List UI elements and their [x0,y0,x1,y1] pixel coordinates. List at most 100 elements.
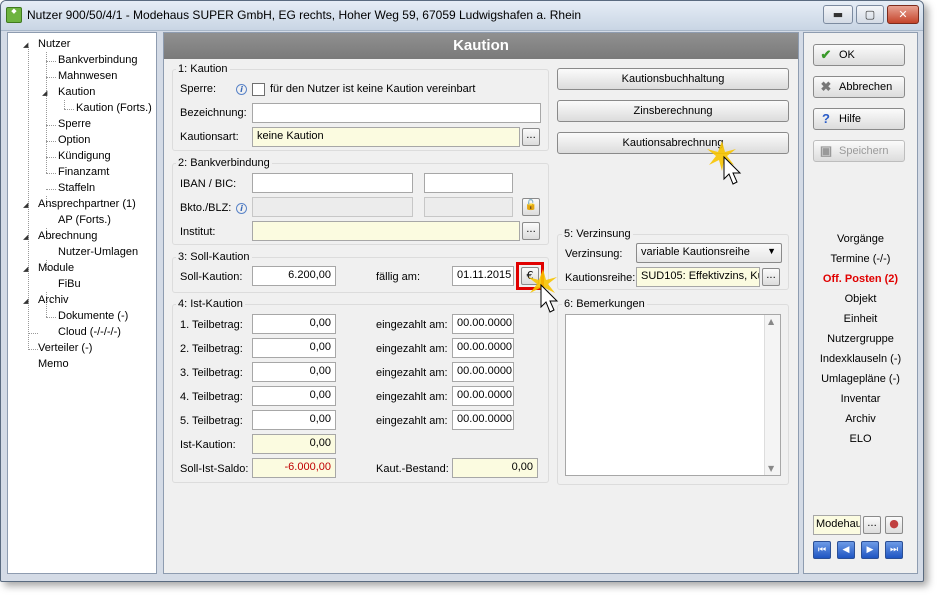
kautionsart-label: Kautionsart: [180,131,239,143]
eingezahlt-label: eingezahlt am: [376,415,448,427]
tree-item-fibu[interactable]: FiBu [58,278,81,290]
faellig-input[interactable]: 01.11.2015 [452,266,514,286]
kautionsbuchhaltung-button[interactable]: Kautionsbuchhaltung [557,68,789,90]
soll-kaution-input[interactable]: 6.200,00 [252,266,336,286]
tree-item-finanzamt[interactable]: Finanzamt [58,166,109,178]
iban-input[interactable] [252,173,413,193]
hilfe-button[interactable]: ? Hilfe [813,108,905,130]
tree-item-ansprechpartner[interactable]: Ansprechpartner (1) [38,198,136,210]
kaut-bestand-value: 0,00 [452,458,538,478]
teilbetrag-input[interactable]: 0,00 [252,386,336,406]
nav-archiv[interactable]: Archiv [804,413,917,425]
kaution-form: Kaution 1: Kaution Sperre: i für den Nut… [163,32,799,574]
bic-input[interactable] [424,173,513,193]
tree-item-nutzer[interactable]: Nutzer [38,38,70,50]
first-record-icon[interactable]: ⏮ [813,541,831,559]
tree-item-sperre[interactable]: Sperre [58,118,91,130]
kautionsreihe-field[interactable]: SUD105: Effektivzins, Kü [636,267,760,287]
tree-item-option[interactable]: Option [58,134,90,146]
nav-offene-posten[interactable]: Off. Posten (2) [804,273,917,285]
nav-inventar[interactable]: Inventar [804,393,917,405]
collapse-icon[interactable]: ◢ [23,265,28,273]
lock-icon[interactable]: 🔓 [522,198,540,216]
eingezahlt-input[interactable]: 00.00.0000 [452,386,514,406]
nav-umlageplaene[interactable]: Umlagepläne (-) [804,373,917,385]
tree-item-kuendigung[interactable]: Kündigung [58,150,111,162]
teilbetrag-input[interactable]: 0,00 [252,362,336,382]
bezeichnung-input[interactable] [252,103,541,123]
eingezahlt-input[interactable]: 00.00.0000 [452,314,514,334]
eingezahlt-input[interactable]: 00.00.0000 [452,338,514,358]
tree-item-cloud[interactable]: Cloud (-/-/-/-) [58,326,121,338]
bemerkungen-textarea[interactable]: ▲ ▼ [565,314,781,476]
nav-objekt[interactable]: Objekt [804,293,917,305]
nav-termine[interactable]: Termine (-/-) [804,253,917,265]
scroll-up-icon[interactable]: ▲ [768,317,774,326]
tree-item-verteiler[interactable]: Verteiler (-) [38,342,92,354]
nav-einheit[interactable]: Einheit [804,313,917,325]
tree-item-module[interactable]: Module [38,262,74,274]
close-button[interactable]: ✕ [887,5,919,24]
info-icon[interactable]: i [236,84,247,95]
tree-item-kaution-forts[interactable]: Kaution (Forts.) [76,102,152,114]
nav-elo[interactable]: ELO [804,433,917,445]
nav-nutzergruppe[interactable]: Nutzergruppe [804,333,917,345]
checkmark-icon: ✔ [820,47,832,62]
previous-record-icon[interactable]: ◀ [837,541,855,559]
nav-vorgaenge[interactable]: Vorgänge [804,233,917,245]
teilbetrag-label: 1. Teilbetrag: [180,319,243,331]
kautionsreihe-lookup-button[interactable]: ... [762,268,780,286]
verzinsung-select[interactable]: variable Kautionsreihe ▼ [636,243,782,263]
ok-button[interactable]: ✔ OK [813,44,905,66]
teilbetrag-input[interactable]: 0,00 [252,314,336,334]
mandant-lookup-button[interactable]: ... [863,516,881,534]
tree-item-kaution[interactable]: Kaution [58,86,95,98]
tree-item-bankverbindung[interactable]: Bankverbindung [58,54,138,66]
nav-indexklauseln[interactable]: Indexklauseln (-) [804,353,917,365]
mandant-field[interactable]: Modehaus [813,515,861,535]
info-icon[interactable]: i [236,203,247,214]
eingezahlt-input[interactable]: 00.00.0000 [452,410,514,430]
collapse-icon[interactable]: ◢ [23,41,28,49]
kautionsabrechnung-button[interactable]: Kautionsabrechnung [557,132,789,154]
scroll-down-icon[interactable]: ▼ [768,464,774,473]
tree-item-memo[interactable]: Memo [38,358,69,370]
teilbetrag-input[interactable]: 0,00 [252,338,336,358]
speichern-button[interactable]: ▣ Speichern [813,140,905,162]
action-sidebar: ✔ OK ✖ Abbrechen ? Hilfe ▣ Speichern Vor… [803,32,918,574]
tree-item-nutzer-umlagen[interactable]: Nutzer-Umlagen [58,246,138,258]
institut-field[interactable] [252,221,520,241]
abbrechen-button[interactable]: ✖ Abbrechen [813,76,905,98]
cursor-click-icon [707,141,742,185]
maximize-button[interactable]: ▢ [856,5,884,24]
next-record-icon[interactable]: ▶ [861,541,879,559]
kautionsart-field[interactable]: keine Kaution [252,127,520,147]
institut-lookup-button[interactable]: ... [522,222,540,240]
tree-item-staffeln[interactable]: Staffeln [58,182,95,194]
tree-item-abrechnung[interactable]: Abrechnung [38,230,97,242]
soll-ist-saldo-label: Soll-Ist-Saldo: [180,463,249,475]
kautionsreihe-label: Kautionsreihe: [565,272,636,284]
scrollbar[interactable]: ▲ ▼ [764,315,780,475]
zinsberechnung-button[interactable]: Zinsberechnung [557,100,789,122]
eingezahlt-input[interactable]: 00.00.0000 [452,362,514,382]
tree-item-ap-forts[interactable]: AP (Forts.) [58,214,111,226]
collapse-icon[interactable]: ◢ [42,89,47,97]
collapse-icon[interactable]: ◢ [23,201,28,209]
collapse-icon[interactable]: ◢ [23,297,28,305]
teilbetrag-label: 4. Teilbetrag: [180,391,243,403]
eingezahlt-label: eingezahlt am: [376,319,448,331]
sperre-label: Sperre: [180,83,217,95]
tree-item-dokumente[interactable]: Dokumente (-) [58,310,128,322]
kautionsart-lookup-button[interactable]: ... [522,128,540,146]
minimize-button[interactable]: ▬ [823,5,853,24]
tree-item-archiv[interactable]: Archiv [38,294,69,306]
tree-item-mahnwesen[interactable]: Mahnwesen [58,70,117,82]
title-bar: ◆ Nutzer 900/50/4/1 - Modehaus SUPER Gmb… [1,1,923,31]
last-record-icon[interactable]: ⏭ [885,541,903,559]
keine-kaution-checkbox[interactable] [252,83,265,96]
teilbetrag-input[interactable]: 0,00 [252,410,336,430]
collapse-icon[interactable]: ◢ [23,233,28,241]
group-label-bemerkungen: 6: Bemerkungen [562,298,647,310]
users-icon[interactable]: ● [885,516,903,534]
